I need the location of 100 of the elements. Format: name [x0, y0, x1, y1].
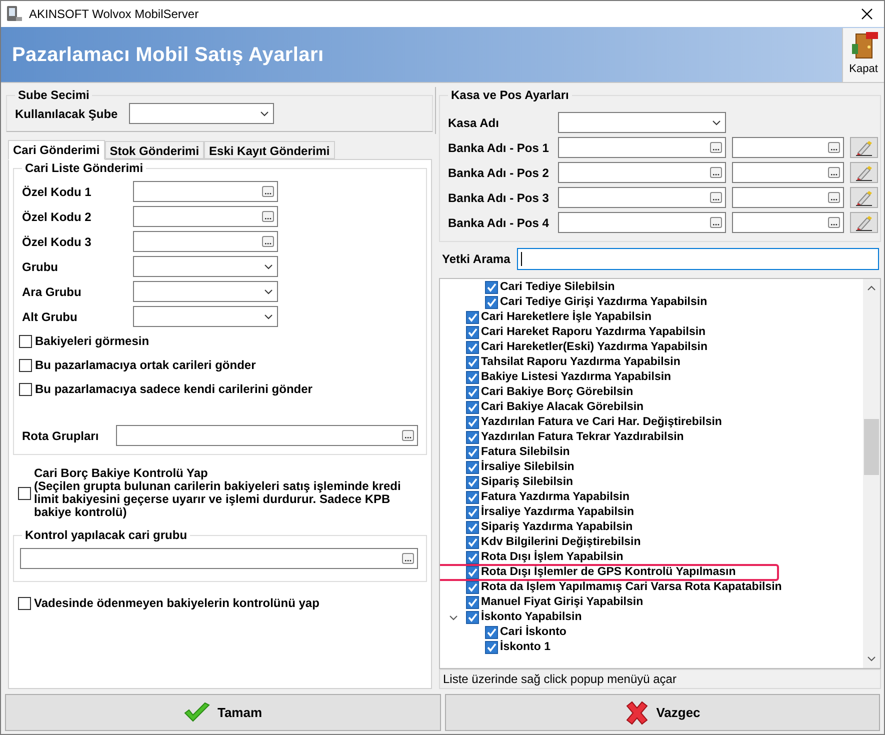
checkbox[interactable]: [466, 446, 479, 459]
tree-item[interactable]: Cari Tediye Silebilsin: [500, 279, 615, 296]
tree-item[interactable]: Cari Bakiye Alacak Görebilsin: [481, 398, 644, 416]
checkbox[interactable]: [466, 311, 479, 324]
scrollbar[interactable]: [863, 279, 880, 668]
tree-item[interactable]: İrsaliye Silebilsin: [481, 458, 574, 476]
checkbox[interactable]: [466, 611, 479, 624]
bank-field[interactable]: [558, 212, 726, 233]
tree-item[interactable]: Sipariş Yazdırma Yapabilsin: [481, 518, 633, 536]
pos-field[interactable]: [732, 137, 844, 158]
tab[interactable]: Cari Gönderimi: [8, 140, 105, 160]
text-cursor: [521, 252, 522, 266]
lookup-field[interactable]: [133, 231, 278, 252]
checkbox[interactable]: [466, 536, 479, 549]
checkbox[interactable]: [19, 382, 32, 396]
tree-item[interactable]: İrsaliye Yazdırma Yapabilsin: [481, 504, 634, 522]
checkbox[interactable]: [466, 521, 479, 534]
bank-field[interactable]: [558, 137, 726, 158]
tree-item[interactable]: Rota da İşlem Yapılmamış Cari Varsa Rota Kapatabilsin: [481, 578, 782, 596]
checkbox[interactable]: [466, 476, 479, 489]
checkbox[interactable]: [466, 506, 479, 519]
x-icon: [624, 700, 650, 724]
tab[interactable]: Stok Gönderimi: [104, 141, 204, 159]
checkbox[interactable]: [18, 486, 31, 500]
tree-item[interactable]: Cari Bakiye Borç Görebilsin: [481, 384, 634, 402]
field-label: Özel Kodu 2: [22, 208, 92, 226]
dropdown-field[interactable]: [133, 306, 278, 327]
edit-button[interactable]: [850, 137, 878, 158]
tree-item[interactable]: Cari Tediye Girişi Yazdırma Yapabilsin: [500, 294, 708, 312]
checkbox[interactable]: [485, 296, 498, 309]
edit-button[interactable]: [850, 187, 878, 208]
close-button[interactable]: Kapat: [842, 28, 884, 82]
tree-item[interactable]: Manuel Fiyat Girişi Yapabilsin: [481, 594, 644, 612]
tree-item[interactable]: Kdv Bilgilerini Değiştirebilsin: [481, 534, 641, 552]
edit-button[interactable]: [850, 212, 878, 233]
checkbox-description: (Seçilen grupta bulunan carilerin bakiyeleri satış işleminde kredi limit bakiyesini geçerse uyarır ve işlemi durdurur. Sadece KPB bakiye kontrolü): [34, 480, 402, 519]
tree-item[interactable]: Sipariş Silebilsin: [481, 474, 574, 492]
tree-item[interactable]: Cari İskonto: [500, 624, 566, 642]
checkbox[interactable]: [466, 551, 479, 564]
search-field[interactable]: [517, 248, 879, 270]
checkbox[interactable]: [466, 386, 479, 399]
checkbox[interactable]: [466, 356, 479, 369]
dropdown-field[interactable]: [133, 281, 278, 302]
checkbox[interactable]: [485, 626, 498, 639]
pos-field[interactable]: [732, 162, 844, 183]
checkbox[interactable]: [466, 461, 479, 474]
tree-item[interactable]: Cari Hareketlere İşle Yapabilsin: [481, 308, 652, 326]
pos-field[interactable]: [732, 187, 844, 208]
cancel-button[interactable]: Vazgec: [444, 694, 880, 731]
checkbox[interactable]: [466, 596, 479, 609]
tree-item[interactable]: Rota Dışı İşlem Yapabilsin: [481, 548, 624, 566]
ellipsis-icon: [828, 192, 840, 203]
checkbox[interactable]: [466, 341, 479, 354]
pencil-icon: [855, 214, 873, 230]
ellipsis-icon: [828, 167, 840, 178]
edit-button[interactable]: [850, 162, 878, 183]
checkbox[interactable]: [485, 281, 498, 294]
check-icon: [486, 642, 497, 653]
scroll-thumb[interactable]: [864, 419, 879, 475]
tree-item[interactable]: Fatura Silebilsin: [481, 444, 570, 462]
tree-item[interactable]: Yazdırılan Fatura ve Cari Har. Değiştirebilsin: [481, 414, 722, 432]
checkbox[interactable]: [466, 566, 479, 579]
header-title: Pazarlamacı Mobil Satış Ayarları: [11, 42, 325, 68]
check-icon: [467, 492, 478, 503]
tab[interactable]: Eski Kayıt Gönderimi: [204, 141, 335, 159]
checkbox[interactable]: [485, 641, 498, 654]
app-icon: [5, 5, 23, 23]
dropdown-field[interactable]: [133, 256, 278, 277]
checkbox[interactable]: [466, 326, 479, 339]
tree-item[interactable]: Rota Dışı İşlemler de GPS Kontrolü Yapılmasın: [481, 564, 736, 582]
tree-item[interactable]: İskonto 1: [500, 638, 550, 656]
branch-dropdown[interactable]: [129, 103, 274, 124]
tree-item[interactable]: Tahsilat Raporu Yazdırma Yapabilsin: [481, 354, 680, 372]
lookup-field[interactable]: [133, 181, 278, 202]
checkbox[interactable]: [18, 596, 31, 610]
tree-item[interactable]: Yazdırılan Fatura Tekrar Yazdırabilsin: [481, 428, 684, 446]
tree-item[interactable]: Cari Hareket Raporu Yazdırma Yapabilsin: [481, 324, 706, 342]
checkbox[interactable]: [466, 581, 479, 594]
bank-field[interactable]: [558, 162, 726, 183]
checkbox[interactable]: [466, 371, 479, 384]
checkbox[interactable]: [466, 416, 479, 429]
cash-register-dropdown[interactable]: [558, 112, 726, 133]
ok-button[interactable]: Tamam: [5, 694, 440, 731]
bank-field[interactable]: [558, 187, 726, 208]
customer-group-field[interactable]: [20, 548, 418, 569]
tree-item[interactable]: İskonto Yapabilsin: [481, 608, 582, 626]
tree-item[interactable]: Cari Hareketler(Eski) Yazdırma Yapabilsin: [481, 338, 708, 356]
tree-item[interactable]: Bakiye Listesi Yazdırma Yapabilsin: [481, 368, 672, 386]
route-groups-field[interactable]: [116, 425, 418, 446]
checkbox[interactable]: [466, 491, 479, 504]
ellipsis-icon: [710, 192, 722, 203]
checkbox[interactable]: [19, 334, 32, 348]
checkbox[interactable]: [19, 358, 32, 372]
lookup-field[interactable]: [133, 206, 278, 227]
pos-field[interactable]: [732, 212, 844, 233]
checkbox[interactable]: [466, 431, 479, 444]
checkbox[interactable]: [466, 401, 479, 414]
chevron-down-icon: [260, 110, 269, 116]
tree-item[interactable]: Fatura Yazdırma Yapabilsin: [481, 488, 630, 506]
check-icon: [467, 447, 478, 458]
